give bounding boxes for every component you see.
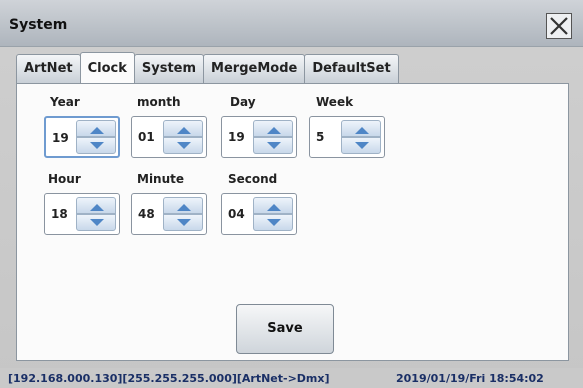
second-increment-button[interactable] [253,197,293,214]
tab-system[interactable]: System [133,54,205,83]
chevron-down-icon [177,219,191,226]
hour-decrement-button[interactable] [76,214,116,231]
save-button[interactable]: Save [236,304,334,354]
month-increment-button[interactable] [163,120,203,137]
second-spinner[interactable]: 04 [221,193,297,235]
second-decrement-button[interactable] [253,214,293,231]
tab-artnet[interactable]: ArtNet [16,54,81,83]
week-spinner[interactable]: 5 [309,116,385,158]
tab-defaultset[interactable]: DefaultSet [304,54,399,83]
datetime-status-text: 2019/01/19/Fri 18:54:02 [396,372,544,385]
month-label: month [137,95,181,109]
chevron-up-icon [267,204,281,211]
day-increment-button[interactable] [253,120,293,137]
minute-increment-button[interactable] [163,197,203,214]
week-decrement-button[interactable] [341,137,381,154]
minute-value: 48 [138,207,155,221]
chevron-down-icon [177,142,191,149]
month-spinner[interactable]: 01 [131,116,207,158]
hour-increment-button[interactable] [76,197,116,214]
system-window: System ArtNet Clock System MergeMode Def… [0,0,583,388]
status-bar: [192.168.000.130][255.255.255.000][ArtNe… [0,368,583,388]
chevron-down-icon [267,142,281,149]
chevron-up-icon [177,204,191,211]
year-value: 19 [52,131,69,145]
minute-label: Minute [137,172,185,186]
chevron-up-icon [267,127,281,134]
day-decrement-button[interactable] [253,137,293,154]
chevron-up-icon [355,127,369,134]
second-label: Second [228,172,278,186]
year-label: Year [50,95,80,109]
week-increment-button[interactable] [341,120,381,137]
second-value: 04 [228,207,245,221]
week-label: Week [316,95,354,109]
tab-bar: ArtNet Clock System MergeMode DefaultSet [16,52,399,83]
day-spinner[interactable]: 19 [221,116,297,158]
day-label: Day [230,95,256,109]
year-decrement-button[interactable] [76,137,116,154]
week-value: 5 [316,130,325,144]
chevron-down-icon [267,219,281,226]
chevron-down-icon [355,142,369,149]
chevron-up-icon [90,204,104,211]
chevron-down-icon [90,142,104,149]
tab-clock[interactable]: Clock [79,52,135,83]
month-decrement-button[interactable] [163,137,203,154]
year-increment-button[interactable] [76,120,116,137]
title-bar: System [0,0,583,47]
close-button[interactable] [546,13,572,39]
chevron-up-icon [177,127,191,134]
chevron-down-icon [90,219,104,226]
tab-mergemode[interactable]: MergeMode [203,54,306,83]
year-spinner[interactable]: 19 [44,116,120,158]
hour-spinner[interactable]: 18 [44,193,120,235]
chevron-up-icon [90,127,104,134]
hour-value: 18 [51,207,68,221]
window-title: System [9,17,68,33]
day-value: 19 [228,130,245,144]
minute-decrement-button[interactable] [163,214,203,231]
hour-label: Hour [48,172,81,186]
close-icon [550,17,568,35]
month-value: 01 [138,130,155,144]
minute-spinner[interactable]: 48 [131,193,207,235]
network-status-text: [192.168.000.130][255.255.255.000][ArtNe… [8,372,330,385]
